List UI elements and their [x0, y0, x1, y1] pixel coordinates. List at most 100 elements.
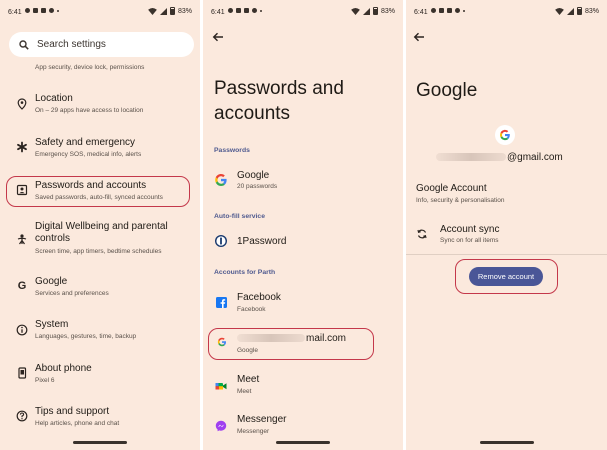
wifi-icon	[148, 7, 157, 15]
item-subtitle: Info, security & personalisation	[416, 197, 505, 204]
status-time: 6:41	[414, 9, 428, 16]
status-bar: 6:41 83%	[203, 0, 403, 24]
item-title: Google	[237, 170, 270, 181]
settings-item-title: System	[35, 319, 69, 330]
settings-item-title: About phone	[35, 363, 92, 374]
battery-icon	[372, 7, 378, 15]
search-label: Search settings	[37, 39, 106, 50]
settings-item-title: Location	[35, 93, 73, 104]
gesture-nav-bar[interactable]	[276, 441, 330, 444]
account-meet[interactable]: Meet Meet	[203, 374, 403, 400]
settings-item-subtitle: Pixel 6	[35, 377, 55, 384]
system-icons: 83%	[148, 7, 192, 15]
settings-item-title: Tips and support	[35, 406, 110, 417]
facebook-icon	[216, 297, 227, 308]
battery-percent: 83%	[380, 7, 395, 15]
item-subtitle: Facebook	[237, 306, 266, 313]
wifi-icon	[555, 7, 564, 15]
settings-item-title: Google	[35, 276, 68, 287]
battery-icon	[576, 7, 582, 15]
settings-item-location[interactable]: Location On – 29 apps have access to loc…	[0, 92, 200, 118]
settings-screen: 6:41 83% Search settings App security, d…	[0, 0, 200, 450]
phone-icon	[18, 367, 27, 379]
messenger-icon	[215, 420, 227, 432]
settings-item-subtitle: Services and preferences	[35, 290, 109, 297]
page-title-line2: accounts	[214, 103, 291, 124]
info-icon	[16, 324, 28, 336]
settings-item-subtitle: Help articles, phone and chat	[35, 420, 120, 427]
settings-item-about-phone[interactable]: About phone Pixel 6	[0, 362, 200, 388]
email-domain: @gmail.com	[507, 152, 563, 163]
notification-icons	[431, 8, 465, 13]
highlight-passwords-accounts	[6, 176, 190, 207]
asterisk-icon	[17, 141, 27, 153]
battery-icon	[169, 7, 175, 15]
divider	[406, 254, 607, 255]
account-avatar	[495, 125, 515, 145]
status-bar: 6:41 83%	[406, 0, 607, 24]
wellbeing-icon	[17, 234, 27, 245]
notification-icons	[25, 8, 59, 13]
google-logo-icon	[215, 174, 227, 186]
signal-icon	[566, 7, 574, 15]
settings-item-title: Digital Wellbeing and parental controls	[35, 221, 168, 244]
notification-icons	[228, 8, 262, 13]
page-title-line1: Passwords and	[214, 78, 344, 99]
search-settings-bar[interactable]: Search settings	[9, 32, 194, 57]
meet-icon	[215, 383, 227, 390]
wifi-icon	[351, 7, 360, 15]
system-icons: 83%	[555, 7, 599, 15]
item-subtitle: 20 passwords	[237, 183, 278, 190]
autofill-service-1password[interactable]: 1Password	[203, 233, 403, 251]
settings-item-safety[interactable]: Safety and emergency Emergency SOS, medi…	[0, 136, 200, 162]
sync-icon	[417, 229, 427, 239]
item-title: 1Password	[237, 236, 287, 247]
google-g-icon: G	[17, 280, 27, 292]
account-sync-subtitle: Sync on for all items	[440, 237, 499, 244]
settings-item-subtitle: Screen time, app timers, bedtime schedul…	[35, 248, 162, 255]
settings-item-digital-wellbeing[interactable]: Digital Wellbeing and parental controls …	[0, 221, 200, 259]
status-time: 6:41	[8, 9, 22, 16]
item-title: Facebook	[237, 292, 281, 303]
security-subtitle: App security, device lock, permissions	[35, 64, 145, 71]
item-title: Google Account	[416, 183, 487, 194]
back-arrow-icon[interactable]	[211, 30, 225, 44]
gesture-nav-bar[interactable]	[73, 441, 127, 444]
section-header-autofill: Auto-fill service	[214, 213, 265, 220]
password-manager-google[interactable]: Google 20 passwords	[203, 168, 403, 194]
passwords-accounts-screen: 6:41 83% Passwords and accounts Password…	[203, 0, 403, 450]
account-email: @gmail.com	[436, 152, 563, 163]
section-header-accounts: Accounts for Parth	[214, 269, 276, 276]
highlight-google-account	[208, 328, 374, 360]
item-subtitle: Messenger	[237, 428, 270, 435]
settings-item-subtitle: On – 29 apps have access to location	[35, 107, 144, 114]
settings-item-google[interactable]: G Google Services and preferences	[0, 275, 200, 301]
location-pin-icon	[17, 98, 27, 110]
remove-account-button[interactable]: Remove account	[469, 267, 543, 286]
settings-item-tips-support[interactable]: Tips and support Help articles, phone an…	[0, 405, 200, 431]
item-subtitle: Meet	[237, 388, 252, 395]
redacted-email	[436, 153, 506, 162]
section-header-passwords: Passwords	[214, 147, 250, 154]
item-title: Messenger	[237, 414, 287, 425]
signal-icon	[159, 7, 167, 15]
1password-icon	[215, 235, 227, 247]
status-time: 6:41	[211, 9, 225, 16]
settings-item-subtitle: Emergency SOS, medical info, alerts	[35, 151, 142, 158]
account-facebook[interactable]: Facebook Facebook	[203, 291, 403, 317]
google-account-screen: 6:41 83% Google @gmail.com Google Accoun…	[406, 0, 607, 450]
help-icon	[16, 410, 28, 422]
signal-icon	[362, 7, 370, 15]
account-sync-title[interactable]: Account sync	[440, 224, 499, 235]
account-messenger[interactable]: Messenger Messenger	[203, 414, 403, 440]
item-title: Meet	[237, 374, 260, 385]
battery-percent: 83%	[584, 7, 599, 15]
search-icon	[19, 39, 29, 50]
back-arrow-icon[interactable]	[412, 30, 426, 44]
google-logo-icon	[500, 129, 510, 141]
gesture-nav-bar[interactable]	[479, 441, 534, 444]
battery-percent: 83%	[177, 7, 192, 15]
system-icons: 83%	[351, 7, 395, 15]
settings-item-system[interactable]: System Languages, gestures, time, backup	[0, 318, 200, 344]
settings-item-subtitle: Languages, gestures, time, backup	[35, 333, 137, 340]
